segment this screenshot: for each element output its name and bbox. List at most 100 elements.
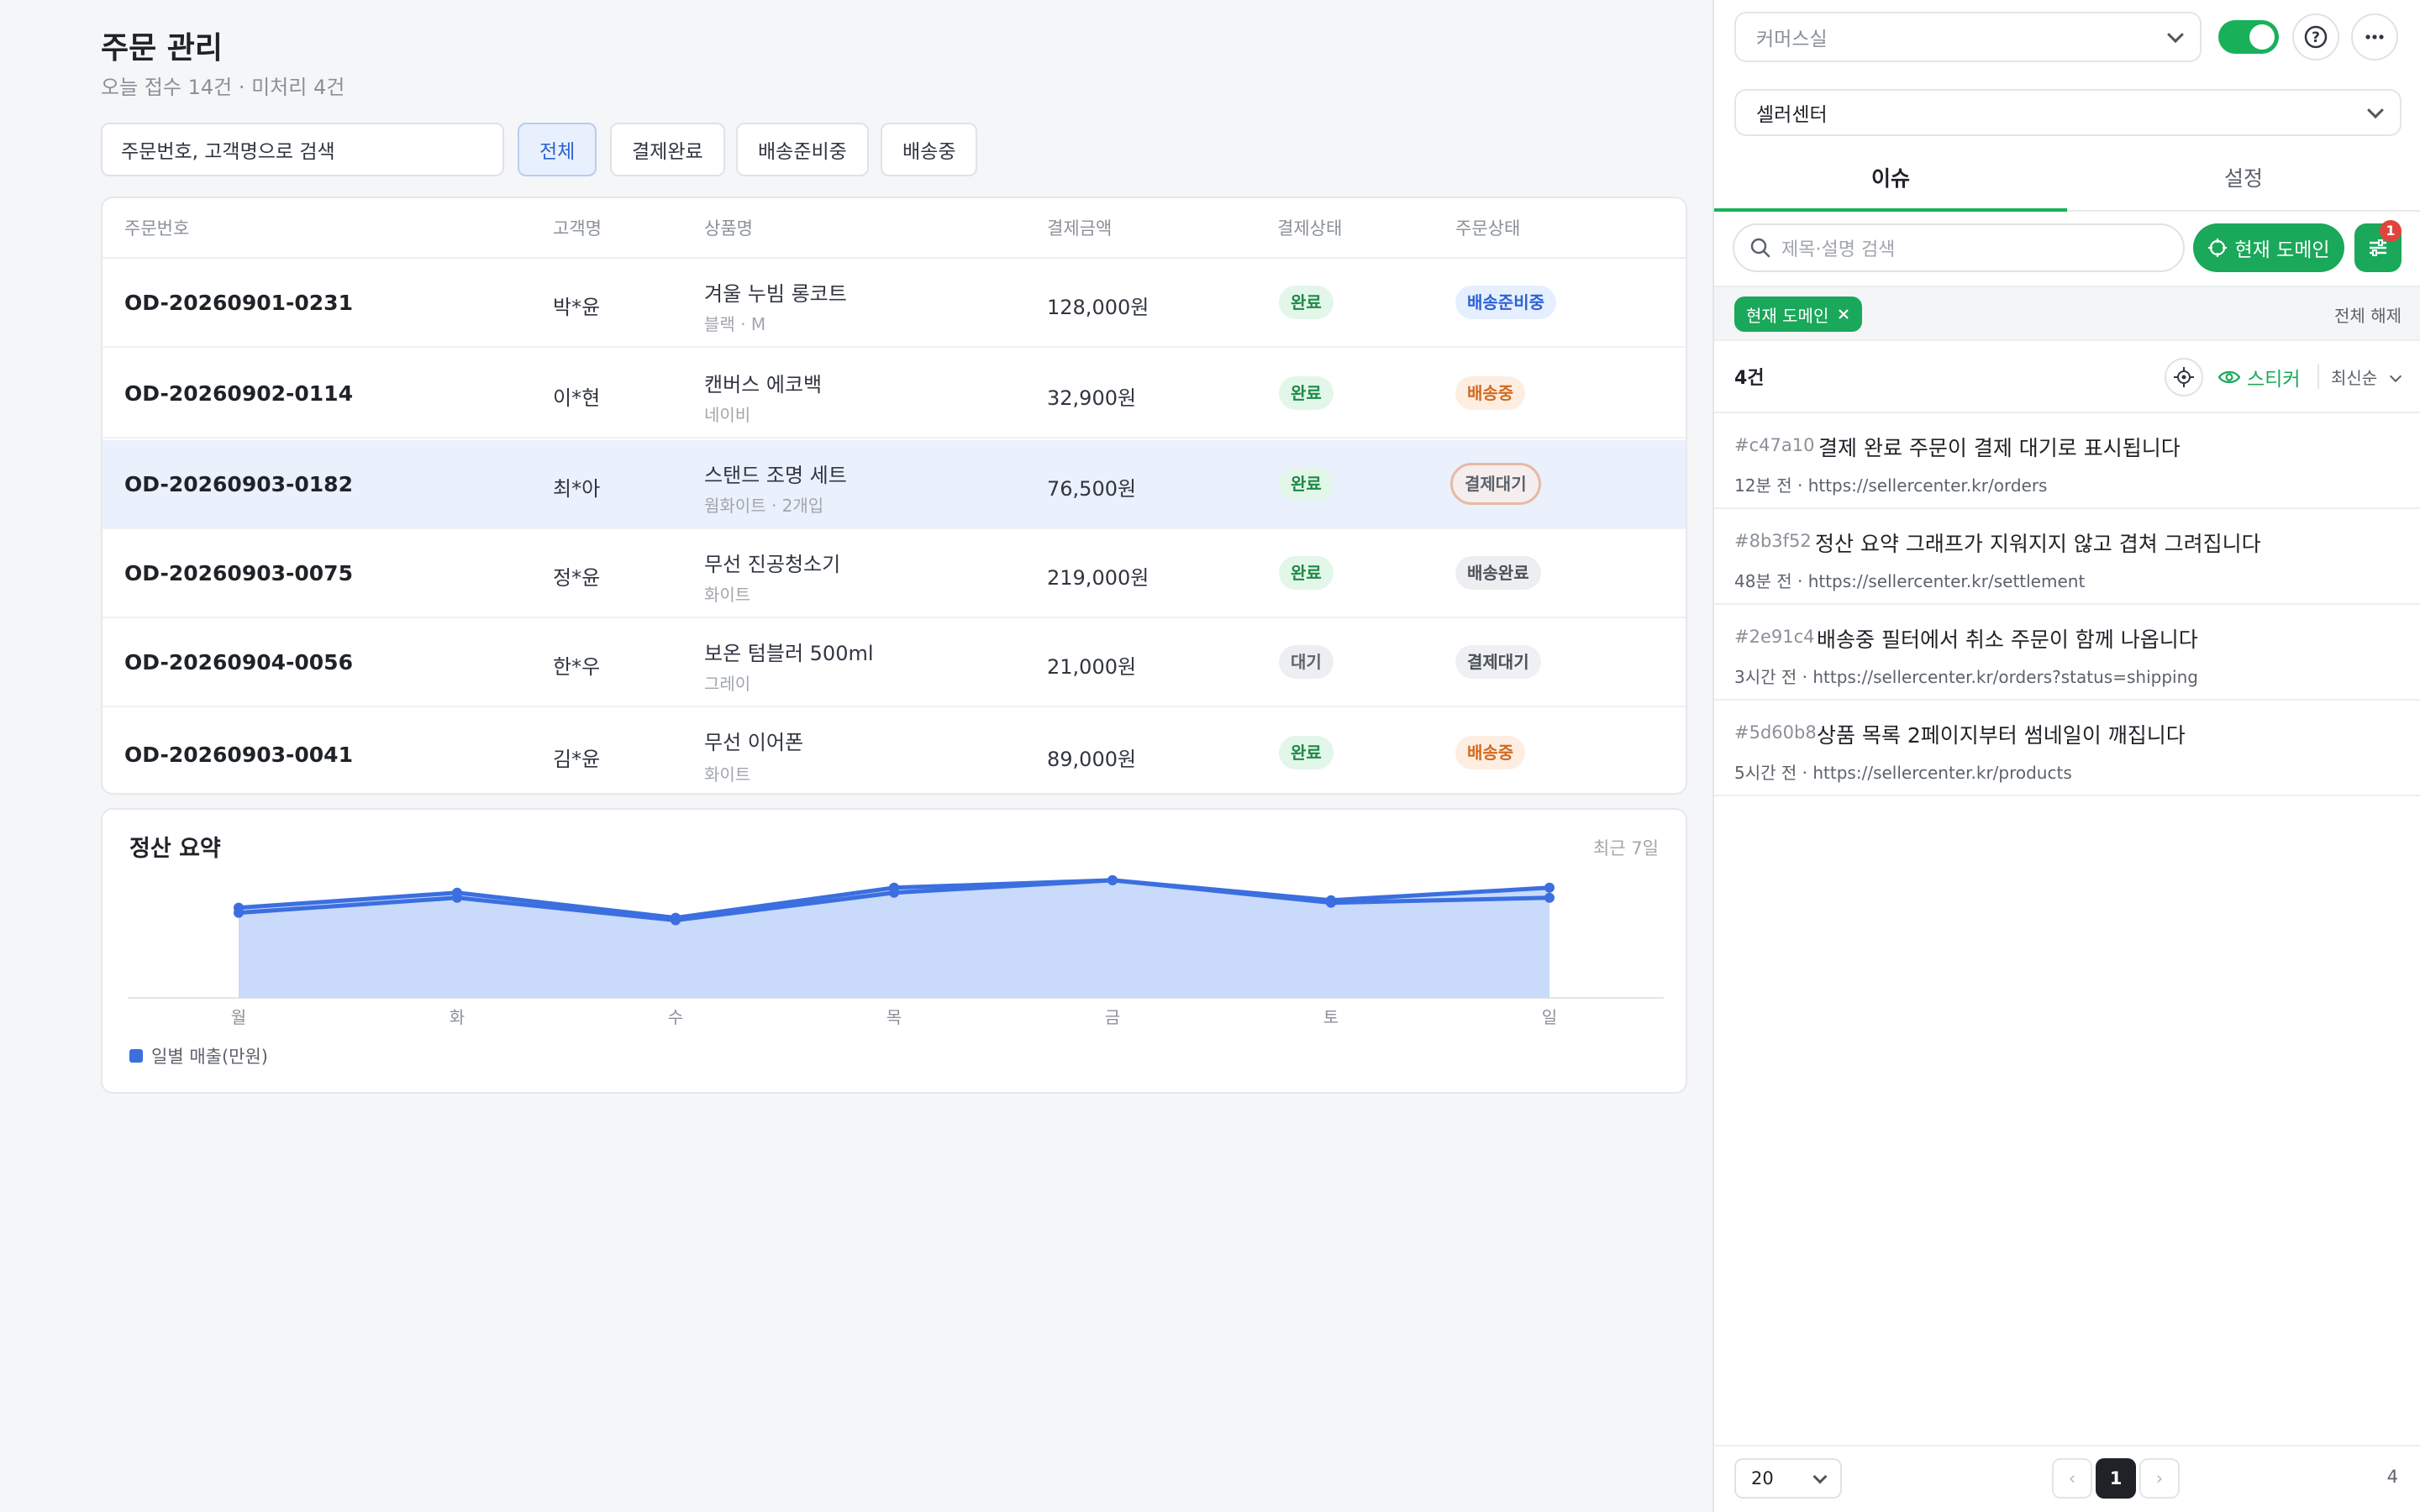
product-option: 화이트 (704, 585, 751, 605)
column-header-payment: 결제상태 (1277, 218, 1343, 239)
order-number: OD-20260901-0231 (124, 291, 353, 315)
meta-separator: · (1797, 571, 1808, 591)
data-point (889, 887, 899, 898)
chevron-down-icon (2367, 102, 2384, 119)
sticker-toggle[interactable]: 스티커 (2218, 363, 2300, 391)
payment-status-badge: 완료 (1279, 736, 1334, 769)
table-row[interactable]: OD-20260902-0114 이*현 캔버스 에코백 네이비 32,900원… (103, 349, 1686, 438)
target-icon (2174, 367, 2194, 387)
order-status-badge: 배송준비중 (1455, 286, 1556, 319)
next-page-button[interactable]: › (2139, 1458, 2180, 1499)
table-row[interactable]: OD-20260903-0041 김*윤 무선 이어폰 화이트 89,000원 … (103, 707, 1686, 793)
prev-page-button[interactable]: ‹ (2052, 1458, 2092, 1499)
issue-meta: 5시간 전 · https://sellercenter.kr/products (1734, 759, 2072, 784)
issue-time: 12분 전 (1734, 475, 1792, 496)
page-title: 주문 관리 (101, 31, 224, 66)
issue-url: https://sellercenter.kr/products (1812, 763, 2072, 783)
payment-amount: 32,900원 (1047, 386, 1137, 410)
product-option: 네이비 (704, 405, 751, 425)
filter-paid-button[interactable]: 결제완료 (610, 123, 725, 176)
column-header-customer: 고객명 (553, 218, 602, 239)
tab-issues[interactable]: 이슈 (1714, 150, 2067, 212)
tab-settings[interactable]: 설정 (2067, 150, 2420, 212)
help-button[interactable]: ? (2292, 13, 2339, 60)
site-dropdown[interactable]: 셀러센터 (1734, 89, 2402, 136)
order-search-input[interactable]: 주문번호, 고객명으로 검색 (101, 123, 504, 176)
sort-dropdown[interactable]: 최신순 (2317, 365, 2402, 389)
issue-id: #5d60b8 (1734, 722, 1817, 743)
meta-separator: · (1797, 475, 1808, 496)
data-point (234, 907, 244, 918)
payment-amount: 219,000원 (1047, 566, 1150, 590)
table-row[interactable]: OD-20260903-0075 정*윤 무선 진공청소기 화이트 219,00… (103, 529, 1686, 618)
issue-item[interactable]: #c47a10 결제 완료 주문이 결제 대기로 표시됩니다 12분 전 · h… (1714, 413, 2420, 509)
x-tick-label: 토 (1323, 1007, 1339, 1027)
product-name: 무선 진공청소기 (704, 553, 841, 576)
issue-search-placeholder: 제목·설명 검색 (1781, 239, 1896, 260)
data-point (1326, 897, 1336, 908)
issue-title: 배송중 필터에서 취소 주문이 함께 나옵니다 (1817, 627, 2198, 652)
column-header-order: 주문번호 (124, 218, 190, 239)
product-name: 캔버스 에코백 (704, 373, 823, 396)
issue-item[interactable]: #5d60b8 상품 목록 2페이지부터 썸네일이 깨집니다 5시간 전 · h… (1714, 701, 2420, 796)
data-point (452, 892, 462, 903)
filter-all-button[interactable]: 전체 (518, 123, 597, 176)
table-row[interactable]: OD-20260904-0056 한*우 보온 텀블러 500ml 그레이 21… (103, 618, 1686, 707)
order-status-badge: 배송중 (1455, 736, 1526, 769)
meta-separator: · (1802, 763, 1813, 783)
table-row[interactable]: OD-20260901-0231 박*윤 겨울 누빔 롱코트 블랙 · M 12… (103, 259, 1686, 348)
x-tick-label: 월 (231, 1007, 246, 1027)
column-header-product: 상품명 (704, 218, 753, 239)
product-name: 겨울 누빔 롱코트 (704, 282, 847, 306)
ellipsis-icon (2365, 34, 2384, 39)
issue-search-input[interactable]: 제목·설명 검색 (1733, 223, 2185, 272)
payment-amount: 21,000원 (1047, 655, 1137, 679)
filter-preparing-button[interactable]: 배송준비중 (736, 123, 869, 176)
chevron-down-icon (1812, 1469, 1828, 1484)
issue-id: #8b3f52 (1734, 531, 1812, 551)
customer-name: 박*윤 (553, 296, 601, 319)
clear-all-filters-link[interactable]: 전체 해제 (2334, 302, 2402, 327)
legend-label: 일별 매출(만원) (151, 1047, 268, 1067)
customer-name: 정*윤 (553, 566, 601, 590)
total-count: 4 (2386, 1467, 2398, 1487)
legend-swatch (129, 1049, 143, 1063)
customer-name: 김*윤 (553, 748, 601, 771)
payment-amount: 89,000원 (1047, 748, 1137, 771)
issue-count: 4건 (1734, 368, 1765, 389)
issue-title: 정산 요약 그래프가 지워지지 않고 겹쳐 그려집니다 (1815, 532, 2261, 556)
workspace-dropdown[interactable]: 커머스실 (1734, 12, 2202, 62)
order-status-badge: 배송중 (1455, 376, 1526, 410)
site-dropdown-value: 셀러센터 (1756, 104, 1828, 126)
payment-status-badge: 완료 (1279, 376, 1334, 410)
data-point (1544, 882, 1555, 893)
workspace-dropdown-value: 커머스실 (1756, 29, 1828, 50)
close-icon[interactable] (1837, 307, 1850, 321)
issue-id: #2e91c4 (1734, 627, 1815, 647)
page-size-select[interactable]: 20 (1734, 1458, 1842, 1499)
svg-text:?: ? (2312, 29, 2320, 46)
locate-button[interactable] (2165, 358, 2203, 396)
orders-table: 주문번호 고객명 상품명 결제금액 결제상태 주문상태 OD-20260901-… (101, 197, 1687, 795)
page-subtitle: 오늘 접수 14건 · 미처리 4건 (101, 76, 345, 99)
panel-toggle-switch[interactable] (2218, 20, 2279, 54)
more-options-button[interactable] (2351, 13, 2398, 60)
issue-title: 상품 목록 2페이지부터 썸네일이 깨집니다 (1817, 723, 2186, 748)
current-domain-button[interactable]: 현재 도메인 (2193, 223, 2344, 272)
chevron-down-icon (2389, 370, 2402, 383)
page-button-current[interactable]: 1 (2096, 1458, 2136, 1499)
issue-id: #c47a10 (1734, 435, 1815, 455)
issue-meta: 48분 전 · https://sellercenter.kr/settleme… (1734, 568, 2085, 592)
table-row-selected[interactable]: OD-20260903-0182 최*아 스탠드 조명 세트 웜화이트 · 2개… (103, 440, 1686, 529)
panel-tabs: 이슈 설정 (1714, 150, 2420, 212)
product-name: 무선 이어폰 (704, 731, 804, 754)
filter-shipping-button[interactable]: 배송중 (881, 123, 978, 176)
issue-item[interactable]: #8b3f52 정산 요약 그래프가 지워지지 않고 겹쳐 그려집니다 48분 … (1714, 509, 2420, 605)
issue-item[interactable]: #2e91c4 배송중 필터에서 취소 주문이 함께 나옵니다 3시간 전 · … (1714, 605, 2420, 701)
order-number: OD-20260903-0041 (124, 743, 353, 767)
column-header-amount: 결제금액 (1047, 218, 1113, 239)
chevron-down-icon (2167, 26, 2184, 44)
chart-legend: 일별 매출(만원) (129, 1043, 268, 1068)
customer-name: 최*아 (553, 477, 601, 501)
filter-chip-current-domain[interactable]: 현재 도메인 (1734, 297, 1863, 332)
